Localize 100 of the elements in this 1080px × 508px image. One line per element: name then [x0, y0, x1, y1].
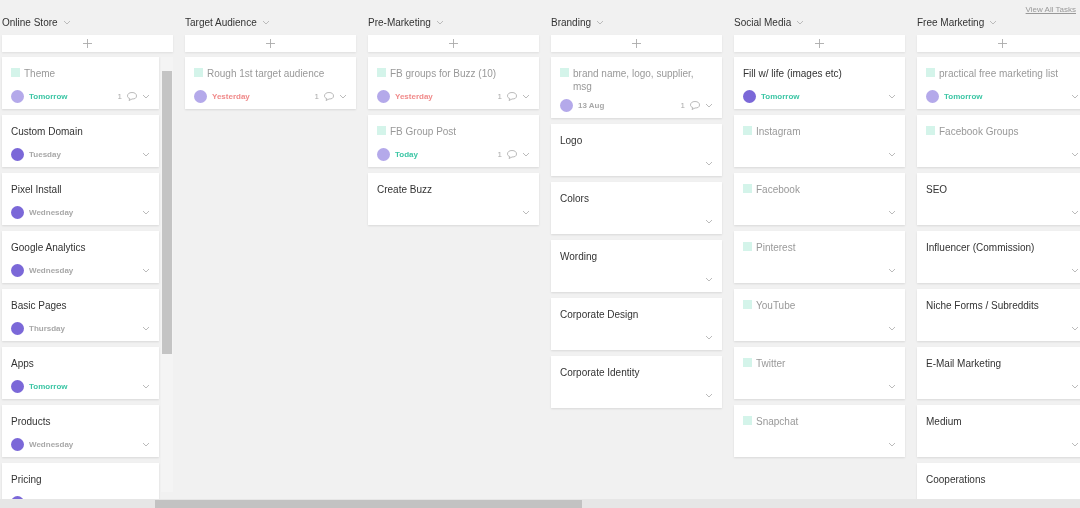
caret-icon[interactable] — [142, 94, 150, 99]
task-title: brand name, logo, supplier, msg — [573, 67, 695, 93]
task-title: Pixel Install — [11, 183, 62, 196]
caret-icon[interactable] — [796, 19, 805, 25]
caret-icon[interactable] — [888, 94, 896, 99]
task-card[interactable]: Cooperations — [917, 463, 1080, 499]
column-title: Social Media — [734, 16, 792, 28]
caret-icon[interactable] — [1071, 152, 1079, 157]
task-card[interactable]: Fill w/ life (images etc) Tomorrow — [734, 57, 905, 109]
task-card[interactable]: Niche Forms / Subreddits — [917, 289, 1080, 341]
task-title: Facebook — [756, 183, 800, 196]
caret-icon[interactable] — [888, 384, 896, 389]
task-title: FB groups for Buzz (10) — [390, 67, 497, 80]
task-card[interactable]: Products Wednesday — [2, 405, 159, 457]
caret-icon[interactable] — [596, 19, 605, 25]
comment-icon[interactable] — [690, 101, 700, 110]
caret-icon[interactable] — [705, 103, 713, 108]
add-card-button[interactable] — [917, 35, 1080, 52]
task-title: Colors — [560, 192, 589, 205]
caret-icon[interactable] — [142, 210, 150, 215]
caret-icon[interactable] — [522, 210, 530, 215]
horizontal-scrollbar[interactable] — [0, 499, 1080, 508]
due-date: 13 Aug — [578, 101, 605, 110]
task-card[interactable]: Colors — [551, 182, 722, 234]
caret-icon[interactable] — [522, 152, 530, 157]
caret-icon[interactable] — [62, 19, 71, 25]
caret-icon[interactable] — [339, 94, 347, 99]
caret-icon[interactable] — [1071, 210, 1079, 215]
caret-icon[interactable] — [888, 326, 896, 331]
task-title: Pinterest — [756, 241, 796, 254]
task-title: FB Group Post — [390, 125, 457, 138]
task-card[interactable]: E-Mail Marketing — [917, 347, 1080, 399]
task-title: Pricing — [11, 473, 42, 486]
task-title: Snapchat — [756, 415, 799, 428]
add-card-button[interactable] — [185, 35, 356, 52]
caret-icon[interactable] — [142, 442, 150, 447]
due-date: Yesterday — [212, 92, 250, 101]
caret-icon[interactable] — [1071, 442, 1079, 447]
caret-icon[interactable] — [261, 19, 270, 25]
task-card[interactable]: Pixel Install Wednesday — [2, 173, 159, 225]
caret-icon[interactable] — [705, 277, 713, 282]
caret-icon[interactable] — [705, 161, 713, 166]
comment-icon[interactable] — [507, 150, 517, 159]
task-card[interactable]: Custom Domain Tuesday — [2, 115, 159, 167]
caret-icon[interactable] — [142, 268, 150, 273]
caret-icon[interactable] — [888, 268, 896, 273]
caret-icon[interactable] — [142, 384, 150, 389]
task-title: Influencer (Commission) — [926, 241, 1035, 254]
task-card[interactable]: Influencer (Commission) — [917, 231, 1080, 283]
task-title: Wording — [560, 250, 598, 263]
caret-icon[interactable] — [1071, 94, 1079, 99]
comment-icon[interactable] — [324, 92, 334, 101]
comment-count: 1 — [314, 92, 319, 101]
caret-icon[interactable] — [435, 19, 444, 25]
task-title: Logo — [560, 134, 583, 147]
task-title: Apps — [11, 357, 34, 370]
task-card[interactable]: Corporate Design — [551, 298, 722, 350]
caret-icon[interactable] — [888, 152, 896, 157]
caret-icon[interactable] — [1071, 268, 1079, 273]
comment-icon[interactable] — [127, 92, 137, 101]
caret-icon[interactable] — [142, 152, 150, 157]
task-card[interactable]: Pricing — [2, 463, 159, 499]
task-card[interactable]: Create Buzz — [368, 173, 539, 225]
plus-icon — [632, 39, 641, 48]
caret-icon[interactable] — [522, 94, 530, 99]
caret-icon[interactable] — [705, 393, 713, 398]
caret-icon[interactable] — [1071, 384, 1079, 389]
comment-icon[interactable] — [507, 92, 517, 101]
task-card[interactable]: Logo — [551, 124, 722, 176]
task-card[interactable]: Basic Pages Thursday — [2, 289, 159, 341]
task-title: Rough 1st target audience — [207, 67, 325, 80]
task-card[interactable]: Google Analytics Wednesday — [2, 231, 159, 283]
caret-icon[interactable] — [705, 335, 713, 340]
task-card[interactable]: Corporate Identity — [551, 356, 722, 408]
task-title: Google Analytics — [11, 241, 86, 254]
due-date: Tomorrow — [944, 92, 983, 101]
task-title: Theme — [24, 67, 56, 80]
add-card-button[interactable] — [2, 35, 173, 52]
task-card[interactable]: Medium — [917, 405, 1080, 457]
column-title: Target Audience — [185, 16, 257, 28]
task-title: Instagram — [756, 125, 801, 138]
task-title: Create Buzz — [377, 183, 433, 196]
caret-icon[interactable] — [888, 210, 896, 215]
task-card[interactable]: Apps Tomorrow — [2, 347, 159, 399]
caret-icon[interactable] — [1071, 326, 1079, 331]
plus-icon — [266, 39, 275, 48]
add-card-button[interactable] — [551, 35, 722, 52]
add-card-button[interactable] — [734, 35, 905, 52]
add-card-button[interactable] — [368, 35, 539, 52]
caret-icon[interactable] — [989, 19, 998, 25]
caret-icon[interactable] — [705, 219, 713, 224]
task-title: SEO — [926, 183, 948, 196]
task-card[interactable]: SEO — [917, 173, 1080, 225]
comment-count: 1 — [497, 92, 502, 101]
plus-icon — [449, 39, 458, 48]
caret-icon[interactable] — [142, 326, 150, 331]
caret-icon[interactable] — [888, 442, 896, 447]
due-date: Wednesday — [29, 208, 74, 217]
task-card[interactable]: Wording — [551, 240, 722, 292]
due-date: Thursday — [29, 324, 65, 333]
